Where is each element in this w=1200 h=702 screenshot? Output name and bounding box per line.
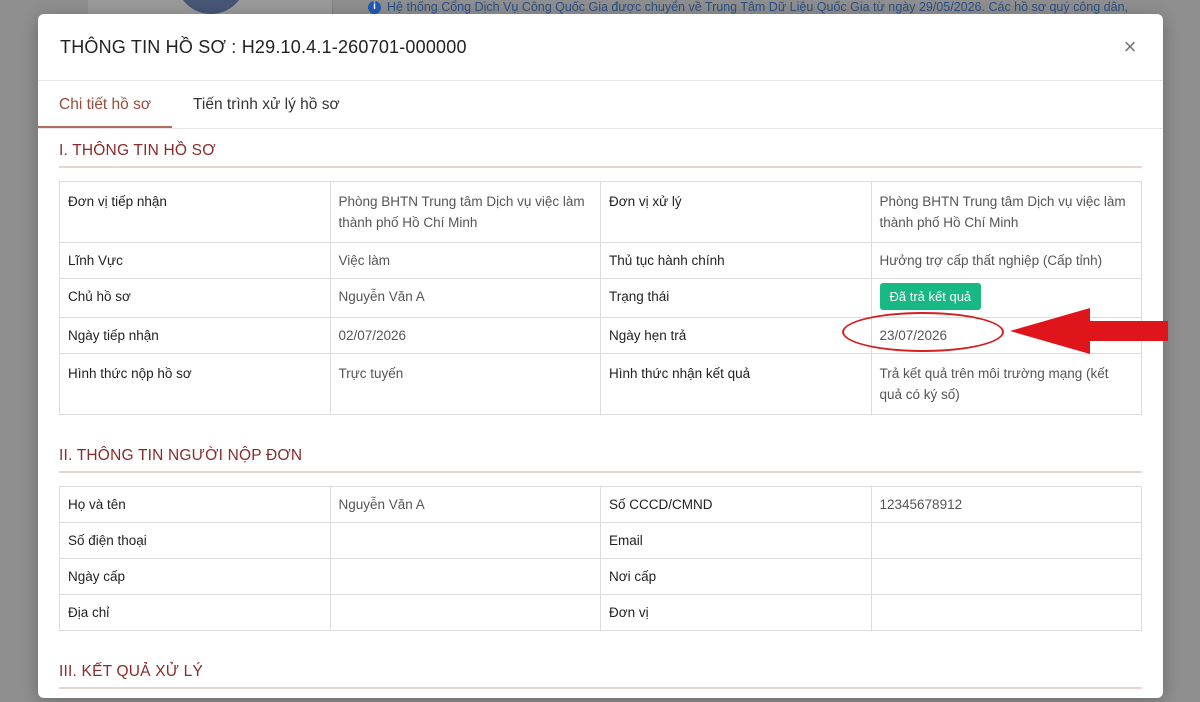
field-value: Trực tuyến [329,353,601,415]
table-row: Số điện thoại Email [59,522,1142,559]
section-applicant-info-title: II. THÔNG TIN NGƯỜI NỘP ĐƠN [59,433,1142,473]
table-row: Ngày tiếp nhận 02/07/2026 Ngày hẹn trả 2… [59,312,1142,354]
field-value: Trả kết quả trên môi trường mạng (kết qu… [870,353,1142,415]
field-value: 02/07/2026 [329,317,601,354]
due-date-text: 23/07/2026 [879,328,948,343]
table-row: Địa chỉ Đơn vị [59,594,1142,631]
modal-content: I. THÔNG TIN HỒ SƠ Đơn vị tiếp nhận Phòn… [38,129,1163,689]
field-label: Ngày cấp [59,558,331,595]
red-arrow-annotation [1010,308,1168,354]
table-row: Hình thức nộp hồ sơ Trực tuyến Hình thức… [59,353,1142,415]
field-value: Nguyễn Văn A [329,486,601,523]
section-record-info-title: I. THÔNG TIN HỒ SƠ [59,129,1142,168]
field-value [870,522,1142,559]
field-label: Đơn vị tiếp nhận [59,181,331,243]
field-label: Ngày tiếp nhận [59,317,331,354]
field-value [329,558,601,595]
field-value [329,522,601,559]
info-icon: i [368,0,381,14]
field-label: Trạng thái [600,278,872,318]
field-value: Nguyễn Văn A [329,278,601,318]
status-badge: Đã trả kết quả [879,283,982,310]
applicant-info-table: Họ và tên Nguyễn Văn A Số CCCD/CMND 1234… [59,486,1142,631]
field-value: Phòng BHTN Trung tâm Dịch vụ việc làm th… [870,181,1142,243]
field-label: Lĩnh Vực [59,242,331,279]
field-value [870,558,1142,595]
field-value: 12345678912 [870,486,1142,523]
field-label: Ngày hẹn trả [600,317,872,354]
record-info-table: Đơn vị tiếp nhận Phòng BHTN Trung tâm Dị… [59,181,1142,415]
field-value: Hưởng trợ cấp thất nghiệp (Cấp tỉnh) [870,242,1142,279]
field-label: Thủ tục hành chính [600,242,872,279]
field-value: Việc làm [329,242,601,279]
field-value [870,594,1142,631]
field-label: Đơn vị xử lý [600,181,872,243]
record-info-modal: THÔNG TIN HỒ SƠ : H29.10.4.1-260701-0000… [38,14,1163,698]
modal-header: THÔNG TIN HỒ SƠ : H29.10.4.1-260701-0000… [38,14,1163,81]
field-label: Số CCCD/CMND [600,486,872,523]
field-label: Họ và tên [59,486,331,523]
table-row: Chủ hồ sơ Nguyễn Văn A Trạng thái Đã trả… [59,278,1142,318]
section-processing-result-title: III. KẾT QUẢ XỬ LÝ [59,649,1142,689]
field-label: Hình thức nộp hồ sơ [59,353,331,415]
arrow-left-icon [1010,308,1168,354]
table-row: Đơn vị tiếp nhận Phòng BHTN Trung tâm Dị… [59,181,1142,243]
close-icon[interactable]: × [1119,36,1141,58]
modal-title: THÔNG TIN HỒ SƠ : H29.10.4.1-260701-0000… [60,36,467,57]
table-row: Ngày cấp Nơi cấp [59,558,1142,595]
field-value [329,594,601,631]
field-label: Số điện thoại [59,522,331,559]
field-label: Nơi cấp [600,558,872,595]
system-notice: i Hệ thống Cổng Dịch Vụ Công Quốc Gia đư… [368,0,1200,14]
field-label: Địa chỉ [59,594,331,631]
table-row: Họ và tên Nguyễn Văn A Số CCCD/CMND 1234… [59,486,1142,523]
due-date-value: 23/07/2026 [841,312,1004,352]
field-label: Đơn vị [600,594,872,631]
field-value: Phòng BHTN Trung tâm Dịch vụ việc làm th… [329,181,601,243]
field-label: Hình thức nhận kết quả [600,353,872,415]
tab-processing-progress[interactable]: Tiến trình xử lý hồ sơ [172,81,361,128]
table-row: Lĩnh Vực Việc làm Thủ tục hành chính Hưở… [59,242,1142,279]
system-notice-text: Hệ thống Cổng Dịch Vụ Công Quốc Gia được… [387,0,1128,14]
field-label: Chủ hồ sơ [59,278,331,318]
modal-tabs: Chi tiết hồ sơ Tiến trình xử lý hồ sơ [38,81,1163,129]
field-label: Email [600,522,872,559]
tab-record-details[interactable]: Chi tiết hồ sơ [38,81,173,128]
